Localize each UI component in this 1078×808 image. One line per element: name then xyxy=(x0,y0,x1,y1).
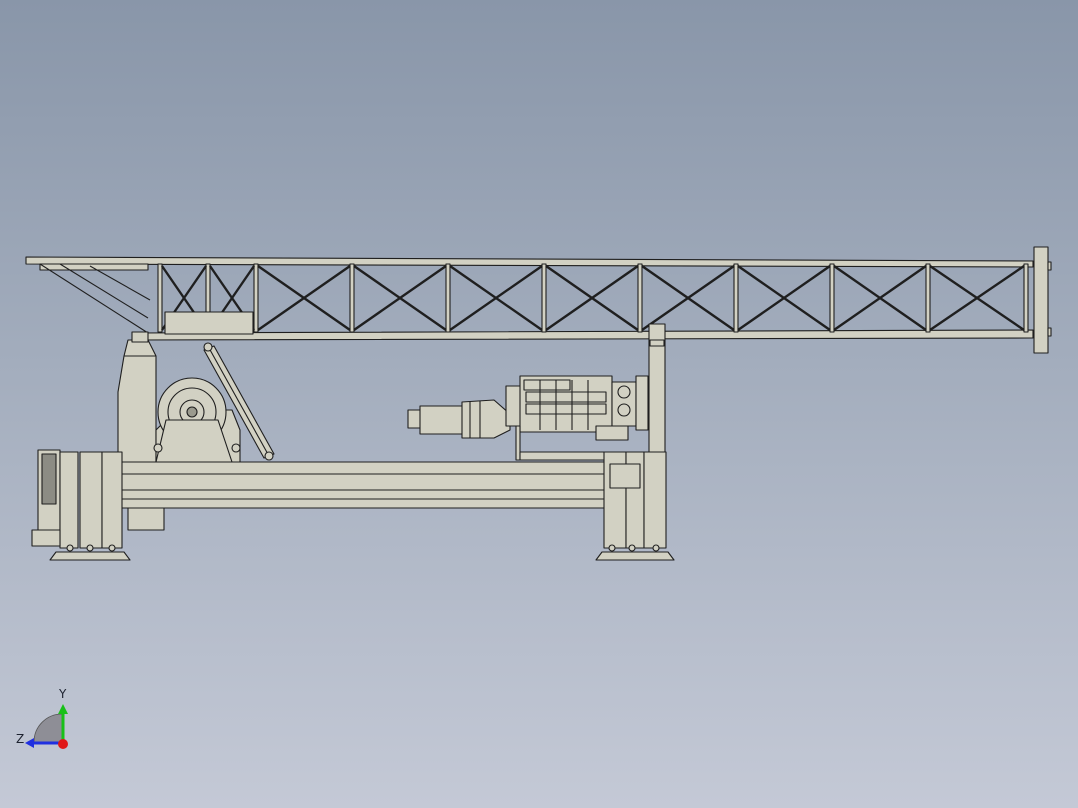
truss-post xyxy=(541,263,547,333)
truss-post xyxy=(445,263,451,333)
rear-vertical-post[interactable] xyxy=(648,323,666,455)
truss-post xyxy=(829,263,835,333)
truss-post xyxy=(253,263,259,333)
orientation-triad[interactable] xyxy=(0,680,90,760)
base-frame[interactable] xyxy=(119,461,611,531)
truss-bays xyxy=(157,263,1029,333)
mast-base-plate xyxy=(164,311,254,335)
z-arrow-head xyxy=(25,738,34,748)
truss-post xyxy=(925,263,931,333)
mast-pivot-support[interactable] xyxy=(117,331,157,463)
drilling-rig-model[interactable] xyxy=(0,0,1078,808)
front-outrigger-pad xyxy=(49,551,131,561)
y-arrow-head xyxy=(58,704,68,714)
rear-outrigger-pad xyxy=(595,551,675,561)
mast-top-rail-extension xyxy=(39,263,149,271)
truss-mast[interactable] xyxy=(25,246,1052,354)
z-axis-label: Z xyxy=(16,732,25,746)
radiator xyxy=(635,375,649,431)
cad-viewport[interactable]: Y Z xyxy=(0,0,1078,808)
truss-post xyxy=(733,263,739,333)
power-unit[interactable] xyxy=(407,375,651,461)
front-outrigger-leg[interactable] xyxy=(31,449,131,561)
triad-arc xyxy=(33,713,63,743)
rear-outrigger-leg[interactable] xyxy=(595,451,675,561)
crown-block xyxy=(1033,246,1049,354)
x-axis-dot xyxy=(58,739,68,749)
y-axis-label: Y xyxy=(59,687,67,701)
truss-post xyxy=(1023,263,1029,333)
truss-post xyxy=(349,263,355,333)
mast-top-chord xyxy=(25,256,1034,268)
truss-post xyxy=(157,263,163,333)
truss-post xyxy=(637,263,643,333)
clutch-housing xyxy=(461,399,511,439)
mast-bottom-chord xyxy=(135,329,1034,341)
